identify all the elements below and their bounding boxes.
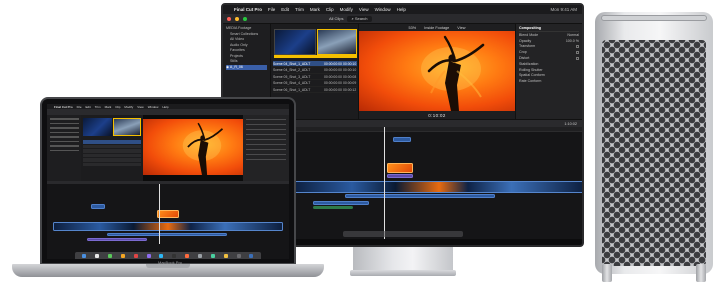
laptop-timeline[interactable] (47, 181, 289, 253)
menu-trim[interactable]: Trim (295, 7, 304, 12)
window-minimize-icon[interactable] (235, 16, 239, 21)
laptop-dock (75, 252, 261, 259)
laptop-menu-mark[interactable]: Mark (105, 105, 112, 109)
viewer: 53% Inside Footage View 0:10:02 (359, 24, 515, 119)
laptop-menu-trim[interactable]: Trim (95, 105, 101, 109)
inspector-panel: Compositing Blend Mode Normal Opacity 100.… (515, 24, 582, 119)
laptop-menu-window[interactable]: Window (148, 105, 159, 109)
checkbox[interactable] (576, 56, 579, 60)
app-toolbar: All Clips ⌕ Search (223, 14, 582, 24)
laptop-playhead[interactable] (159, 184, 160, 244)
laptop-menu-edit[interactable]: Edit (86, 105, 91, 109)
menu-help[interactable]: Help (397, 7, 406, 12)
sidebar-item-event[interactable]: ◉ A_R_06 (226, 64, 267, 70)
laptop-menu-clip[interactable]: Clip (115, 105, 120, 109)
search-placeholder: Search (354, 15, 368, 21)
title-clip[interactable] (387, 174, 413, 178)
audio-clip[interactable] (313, 206, 353, 209)
dancer-figure (421, 35, 485, 111)
primary-storyline[interactable] (293, 181, 582, 193)
laptop-video-frame[interactable] (143, 119, 243, 175)
laptop-clip-list (83, 140, 141, 167)
audio-clip[interactable] (345, 194, 495, 198)
library-filter[interactable]: All Clips (329, 16, 343, 21)
search-input[interactable]: ⌕ Search (347, 15, 372, 22)
tower-handle (595, 12, 713, 42)
menu-window[interactable]: Window (375, 7, 391, 12)
tower-foot (696, 264, 706, 282)
window-zoom-icon[interactable] (243, 16, 247, 21)
timeline-duration: 1:10:02 (564, 121, 577, 126)
menu-edit[interactable]: Edit (281, 7, 289, 12)
window-close-icon[interactable] (227, 16, 231, 21)
viewer-header: 53% Inside Footage View (359, 24, 515, 31)
laptop-viewer (143, 115, 243, 181)
laptop-connected-clip[interactable] (157, 210, 179, 218)
tower-grille (602, 40, 706, 266)
laptop-sidebar (47, 115, 81, 181)
menu-mark[interactable]: Mark (310, 7, 320, 12)
viewer-timecode: 0:10:02 (359, 111, 515, 119)
laptop-menu-file[interactable]: File (77, 105, 82, 109)
clip-range-selection[interactable] (274, 55, 357, 58)
display-stand-base (350, 270, 456, 276)
laptop-connected-clip[interactable] (91, 204, 105, 209)
list-item[interactable]: Scene 06_Shot_1_ADLT 00:00:00:00 00:00:1… (273, 87, 357, 93)
laptop-menu-help[interactable]: Help (162, 105, 168, 109)
laptop-menu-app[interactable]: Final Cut Pro (54, 105, 73, 109)
menu-modify[interactable]: Modify (340, 7, 353, 12)
menu-clock[interactable]: Mon 9:41 AM (550, 7, 582, 12)
viewer-title: Inside Footage (424, 25, 450, 30)
viewer-zoom[interactable]: 53% (409, 26, 417, 30)
laptop-clip-thumbnail-selected[interactable] (113, 118, 141, 136)
product-lineup: Final Cut Pro File Edit Trim Mark Clip M… (0, 0, 720, 300)
connected-clip[interactable] (387, 163, 413, 173)
video-frame[interactable] (359, 31, 515, 111)
clip-list: Scene 04_Shot_1_ADLT 00:00:00:00 00:00:1… (273, 61, 357, 93)
inspector-title: Compositing (519, 26, 579, 32)
laptop-screen: Final Cut Pro File Edit Trim Mark Clip M… (47, 104, 289, 259)
mac-pro-tower (592, 12, 716, 282)
menu-view[interactable]: View (359, 7, 369, 12)
inspector-row[interactable]: Rate Conform (519, 79, 579, 85)
search-icon: ⌕ (351, 15, 354, 21)
laptop-inspector (243, 115, 289, 181)
playhead[interactable] (384, 127, 385, 239)
menu-clip[interactable]: Clip (326, 7, 334, 12)
dock (343, 231, 463, 237)
laptop-notch (146, 264, 190, 268)
laptop-menu-view[interactable]: View (137, 105, 143, 109)
clip-thumbnail[interactable] (274, 29, 316, 55)
viewer-view-menu[interactable]: View (457, 26, 465, 30)
menu-app-name[interactable]: Final Cut Pro (234, 7, 262, 12)
checkbox[interactable] (576, 45, 579, 49)
audio-clip[interactable] (313, 201, 369, 205)
laptop-primary-storyline[interactable] (53, 222, 283, 231)
connected-clip[interactable] (393, 137, 411, 142)
laptop-browser (81, 115, 143, 181)
laptop-audio-clip[interactable] (107, 233, 227, 236)
tower-foot (602, 264, 612, 282)
menu-bar: Final Cut Pro File Edit Trim Mark Clip M… (223, 5, 582, 14)
clip-thumbnail-selected[interactable] (317, 29, 357, 55)
checkbox[interactable] (576, 51, 579, 55)
laptop-dancer-figure (182, 122, 224, 175)
laptop-menu-modify[interactable]: Modify (124, 105, 133, 109)
menu-file[interactable]: File (268, 7, 275, 12)
laptop: Final Cut Pro File Edit Trim Mark Clip M… (40, 97, 296, 265)
laptop-audio-clip[interactable] (87, 238, 147, 241)
laptop-clip-thumbnail[interactable] (83, 118, 112, 136)
